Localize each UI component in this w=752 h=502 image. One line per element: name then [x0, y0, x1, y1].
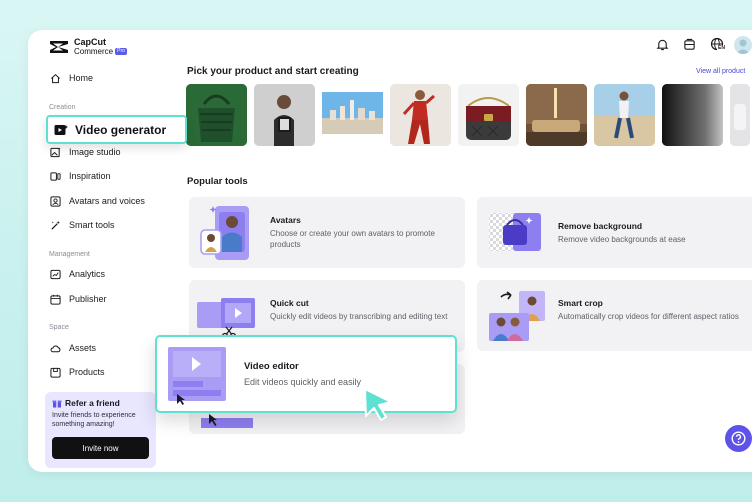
- tool-card-smart-crop[interactable]: Smart crop Automatically crop videos for…: [477, 280, 752, 351]
- refer-title: Refer a friend: [52, 398, 150, 408]
- sidebar-item-label: Image studio: [69, 147, 121, 157]
- bell-icon[interactable]: [656, 38, 669, 51]
- avatars-tool-illustration: [200, 206, 249, 260]
- question-mark-icon: [731, 431, 746, 446]
- product-thumbnail[interactable]: [526, 84, 587, 146]
- sidebar-item-label: Publisher: [69, 294, 107, 304]
- sidebar-item-label: Avatars and voices: [69, 196, 145, 206]
- page-title: Pick your product and start creating: [187, 66, 359, 77]
- sidebar-item-label: Video generator: [75, 122, 167, 137]
- refer-title-text: Refer a friend: [65, 398, 120, 408]
- inbox-icon[interactable]: [683, 38, 696, 51]
- language-selector[interactable]: EN: [710, 37, 727, 53]
- smart-crop-illustration: [489, 291, 545, 341]
- capcut-logo-icon: [50, 41, 68, 53]
- sidebar-item-image-studio[interactable]: Image studio: [50, 144, 121, 160]
- avatar-icon: [50, 195, 61, 207]
- avatar[interactable]: [734, 36, 752, 54]
- sidebar-item-smart-tools[interactable]: Smart tools: [50, 217, 115, 233]
- dark-gradient-image: [662, 84, 723, 146]
- analytics-icon: [50, 269, 61, 279]
- video-editor-base-illustration: [201, 414, 253, 428]
- video-generator-icon: [54, 124, 68, 135]
- tool-name: Smart crop: [558, 298, 603, 308]
- tool-description: Remove video backgrounds at ease: [558, 235, 686, 244]
- mouse-cursor-icon: [364, 388, 392, 421]
- sidebar-item-label: Products: [69, 367, 105, 377]
- tool-name: Quick cut: [270, 298, 309, 308]
- sidebar-item-avatars-voices[interactable]: Avatars and voices: [50, 193, 145, 209]
- model-phone-image: [254, 84, 315, 146]
- sidebar-item-assets[interactable]: Assets: [50, 340, 96, 356]
- language-badge: EN: [717, 45, 726, 51]
- product-thumbnail-row: [186, 84, 752, 146]
- video-editor-description: Edit videos quickly and easily: [244, 377, 362, 387]
- refer-a-friend-card: Refer a friend Invite friends to experie…: [45, 392, 156, 468]
- sidebar-item-products[interactable]: Products: [50, 364, 105, 380]
- brand-name: CapCut: [74, 37, 106, 47]
- sidebar-item-publisher[interactable]: Publisher: [50, 291, 107, 307]
- remove-background-illustration: [489, 213, 541, 251]
- invite-now-button[interactable]: Invite now: [52, 437, 149, 459]
- quilted-handbag-image: [458, 84, 519, 146]
- product-thumbnail[interactable]: [458, 84, 519, 146]
- sidebar-item-label: Inspiration: [69, 171, 111, 181]
- help-button[interactable]: [725, 425, 752, 452]
- sidebar-item-label: Analytics: [69, 269, 106, 279]
- sidebar-item-inspiration[interactable]: Inspiration: [50, 168, 111, 184]
- product-thumbnail[interactable]: [594, 84, 655, 146]
- home-icon: [51, 73, 60, 83]
- user-avatar-icon: [736, 39, 750, 54]
- product-thumbnail[interactable]: [254, 84, 315, 146]
- tool-name: Avatars: [270, 215, 301, 225]
- sidebar-item-analytics[interactable]: Analytics: [50, 266, 105, 282]
- products-icon: [50, 367, 61, 378]
- product-thumbnail[interactable]: [730, 84, 750, 146]
- tool-card-avatars[interactable]: Avatars Choose or create your own avatar…: [189, 197, 465, 268]
- tool-name: Remove background: [558, 221, 643, 231]
- inspiration-icon: [50, 171, 61, 181]
- tool-description: Choose or create your own avatars to pro…: [270, 229, 435, 249]
- red-outfit-image: [390, 84, 451, 146]
- product-thumbnail[interactable]: [322, 84, 383, 146]
- view-all-products-link[interactable]: View all product: [696, 68, 745, 75]
- image-studio-icon: [50, 146, 61, 157]
- refer-description: Invite friends to experience something a…: [52, 412, 136, 428]
- sidebar-item-video-generator[interactable]: Video generator: [46, 115, 187, 144]
- sidebar-item-label: Assets: [69, 343, 97, 353]
- video-editor-card[interactable]: Video editor Edit videos quickly and eas…: [155, 335, 457, 413]
- sidebar-item-label: Home: [69, 73, 94, 83]
- popular-tools-title: Popular tools: [187, 176, 248, 187]
- tool-description: Automatically crop videos for different …: [558, 312, 739, 321]
- living-room-image: [526, 84, 587, 146]
- brand-sub: Commerce: [74, 47, 114, 56]
- calendar-icon: [50, 294, 61, 305]
- city-skyline-image: [322, 84, 383, 146]
- app-window: CapCut Commerce Pro Home Creation Video g…: [28, 30, 752, 472]
- product-thumbnail[interactable]: [186, 84, 247, 146]
- sidebar-item-home[interactable]: Home: [50, 70, 93, 86]
- gift-icon: [52, 400, 62, 408]
- tool-description: Quickly edit videos by transcribing and …: [270, 312, 448, 321]
- capcut-commerce-logo[interactable]: CapCut Commerce Pro: [49, 38, 127, 56]
- tool-card-remove-background[interactable]: Remove background Remove video backgroun…: [477, 197, 752, 268]
- sidebar-item-label: Smart tools: [69, 220, 115, 230]
- video-editor-illustration: [168, 347, 226, 405]
- product-thumbnail[interactable]: [662, 84, 723, 146]
- partial-product-image: [730, 84, 750, 146]
- magic-wand-icon: [51, 220, 60, 230]
- beach-person-image: [594, 84, 655, 146]
- cloud-icon: [50, 345, 61, 352]
- section-label-space: Space: [49, 324, 69, 331]
- video-editor-title: Video editor: [244, 361, 299, 372]
- pro-badge: Pro: [115, 48, 127, 55]
- green-bag-image: [186, 84, 247, 146]
- section-label-creation: Creation: [49, 104, 76, 111]
- product-thumbnail[interactable]: [390, 84, 451, 146]
- section-label-management: Management: [49, 251, 90, 258]
